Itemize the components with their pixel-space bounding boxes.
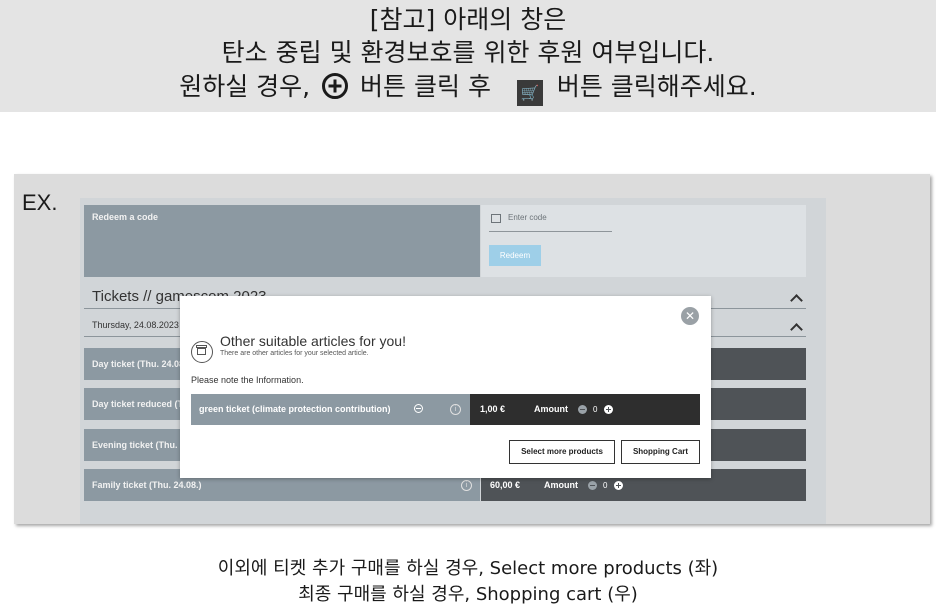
redeem-title: Redeem a code (92, 212, 159, 222)
banner-line-3-part-b: 버튼 클릭 후 (360, 72, 491, 101)
banner-line-2: 탄소 중립 및 환경보호를 위한 후원 여부입니다. (221, 38, 715, 67)
close-icon[interactable]: ✕ (681, 307, 699, 325)
example-label: EX. (22, 190, 58, 215)
banner-line-3: 원하실 경우, 버튼 클릭 후 🛒 버튼 클릭해주세요. (0, 72, 936, 106)
amount-label: Amount (544, 480, 578, 490)
minus-circle-icon[interactable] (414, 404, 423, 413)
footer-line-1: 이외에 티켓 추가 구매를 하실 경우, Select more product… (217, 558, 719, 579)
select-more-products-button[interactable]: Select more products (509, 440, 615, 464)
amount-label: Amount (534, 404, 568, 414)
green-ticket-label: green ticket (climate protection contrib… (199, 404, 391, 414)
info-icon[interactable]: i (450, 404, 461, 415)
banner-line-1: [참고] 아래의 창은 (369, 5, 567, 34)
gift-icon-box (197, 348, 206, 355)
ticket-label: Day ticket (Thu. 24.08.) (92, 359, 190, 369)
gift-icon (491, 214, 501, 223)
banner-line-3-part-a: 원하실 경우, (179, 72, 311, 101)
plus-icon[interactable] (614, 481, 623, 490)
minus-icon[interactable] (578, 405, 587, 414)
info-icon[interactable]: i (461, 480, 472, 491)
ticket-label: Family ticket (Thu. 24.08.) (92, 480, 202, 490)
modal-title: Other suitable articles for you! (220, 333, 406, 349)
ticket-price: 60,00 € (490, 480, 521, 490)
footer-line-2: 최종 구매를 하실 경우, Shopping cart (우) (298, 584, 638, 605)
redeem-button[interactable]: Redeem (489, 245, 541, 266)
cart-icon: 🛒 (516, 80, 543, 106)
quantity-value: 0 (593, 405, 598, 414)
minus-icon[interactable] (588, 481, 597, 490)
green-ticket-price: 1,00 € (480, 404, 506, 414)
date-section-title: Thursday, 24.08.2023 (92, 320, 179, 330)
banner-line-3-part-c: 버튼 클릭해주세요. (556, 72, 757, 101)
plus-icon[interactable] (604, 405, 613, 414)
shopping-cart-button[interactable]: Shopping Cart (621, 440, 700, 464)
modal-subtitle: There are other articles for your select… (220, 350, 369, 357)
plus-circle-icon (322, 73, 349, 99)
code-input-placeholder: Enter code (508, 213, 547, 222)
quantity-value: 0 (603, 481, 608, 490)
modal-note: Please note the Information. (191, 375, 304, 385)
